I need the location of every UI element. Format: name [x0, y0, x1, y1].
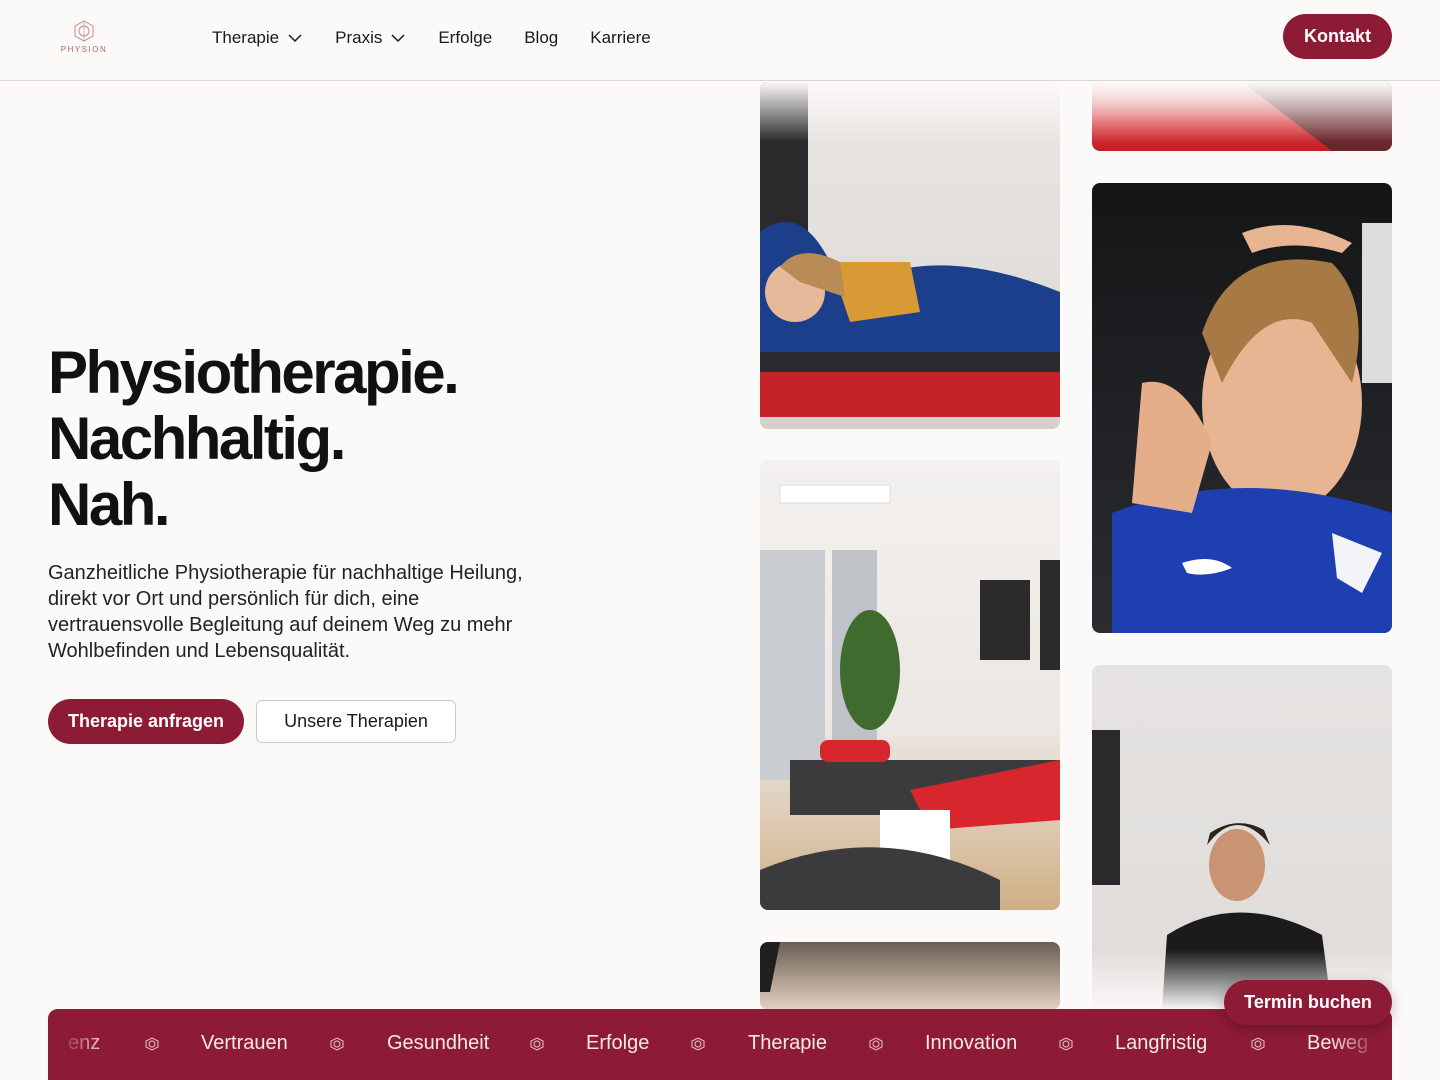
nav-item-blog[interactable]: Blog: [524, 28, 558, 48]
chevron-down-icon: [288, 34, 302, 43]
ticker-item: Erfolge: [586, 1032, 650, 1054]
nav-item-label: Karriere: [590, 28, 651, 47]
physion-logo-icon: [1251, 1037, 1265, 1051]
ticker-item: Langfristig: [1115, 1032, 1208, 1054]
physion-logo-icon: [74, 20, 94, 42]
hero-title-line: Nachhaltig.: [48, 405, 346, 472]
photo-illustration: [760, 942, 780, 992]
nav-item-label: Blog: [524, 28, 559, 47]
physion-logo-icon: [869, 1037, 883, 1051]
request-therapy-button[interactable]: Therapie anfragen: [48, 699, 244, 744]
site-header: PHYSION Therapie Praxis Erfolge Blog Kar…: [0, 0, 1440, 81]
main-nav: Therapie Praxis Erfolge Blog Karriere: [212, 28, 651, 48]
ticker-item: Innovation: [925, 1032, 1018, 1054]
nav-item-praxis[interactable]: Praxis: [335, 28, 406, 48]
our-therapies-button[interactable]: Unsere Therapien: [256, 700, 456, 743]
hero-description: Ganzheitliche Physiotherapie für nachhal…: [48, 562, 523, 662]
photo-illustration: [1242, 82, 1392, 151]
ticker-item: Therapie: [748, 1032, 827, 1054]
hero-title-line: Nah.: [48, 471, 171, 538]
photo-illustration: [1112, 223, 1392, 633]
hero-title: Physiotherapie. Nachhaltig. Nah.: [48, 339, 460, 538]
chevron-down-icon: [391, 34, 405, 43]
photo-exercise-detail: [760, 942, 1060, 1010]
photo-therapist-portrait: [1092, 665, 1392, 1010]
photo-illustration: [760, 484, 1060, 910]
nav-item-label: Therapie: [212, 28, 280, 47]
photo-neck-treatment: [1092, 183, 1392, 633]
photo-illustration: [760, 82, 1060, 417]
nav-item-therapie[interactable]: Therapie: [212, 28, 303, 48]
nav-item-erfolge[interactable]: Erfolge: [438, 28, 492, 48]
photo-red-table-detail: [1092, 82, 1392, 151]
physion-logo-icon: [330, 1037, 344, 1051]
nav-item-label: Erfolge: [438, 28, 493, 47]
ticker-item: Vertrauen: [201, 1032, 288, 1054]
book-appointment-button[interactable]: Termin buchen: [1224, 980, 1392, 1025]
ticker-item: Gesundheit: [387, 1032, 490, 1054]
ticker-track: enz Vertrauen Gesundheit Erfolge Therapi…: [48, 1009, 1392, 1080]
photo-illustration: [1092, 730, 1332, 1010]
photo-treatment-room: [760, 460, 1060, 910]
brand-logo[interactable]: PHYSION: [56, 20, 112, 60]
physion-logo-icon: [1059, 1037, 1073, 1051]
physion-logo-icon: [530, 1037, 544, 1051]
brand-name: PHYSION: [60, 45, 108, 54]
physion-logo-icon: [145, 1037, 159, 1051]
photo-patient-on-treatment-table: [760, 82, 1060, 429]
contact-button[interactable]: Kontakt: [1283, 14, 1392, 59]
physion-logo-icon: [691, 1037, 705, 1051]
nav-item-karriere[interactable]: Karriere: [590, 28, 650, 48]
nav-item-label: Praxis: [335, 28, 383, 47]
values-ticker: enz Vertrauen Gesundheit Erfolge Therapi…: [48, 1009, 1392, 1080]
hero-title-line: Physiotherapie.: [48, 339, 460, 406]
ticker-fade-left: [48, 1009, 108, 1080]
